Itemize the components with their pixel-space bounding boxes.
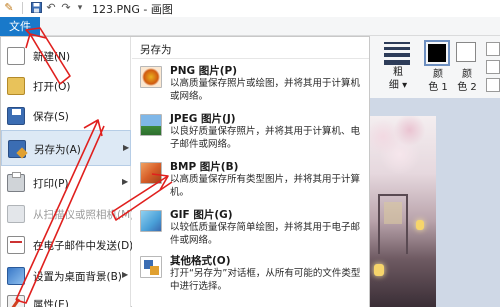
save-as-gif[interactable]: GIF 图片(G) 以较低质量保存简单绘图，并将其用于电子邮件或网络。 (132, 206, 369, 252)
stroke-width-label-bottom: 细 ▾ (388, 80, 408, 91)
palette-swatch[interactable] (486, 60, 500, 74)
save-as-icon (8, 140, 28, 159)
menu-item-label: 设置为桌面背景(B) (33, 271, 122, 283)
png-image-icon (140, 66, 162, 88)
menu-item-email[interactable]: 在电子邮件中发送(D) (1, 228, 134, 262)
canvas-image[interactable] (370, 116, 436, 307)
scanner-icon (7, 205, 25, 223)
menu-item-label: 打印(P) (33, 178, 69, 190)
undo-icon[interactable]: ↶ (45, 2, 57, 14)
menu-item-scanner: 从扫描仪或照相机(M) (1, 197, 135, 231)
gif-image-icon (140, 210, 162, 232)
submenu-item-title: GIF 图片(G) (170, 209, 233, 221)
stroke-width-icon (384, 42, 410, 68)
submenu-item-title: JPEG 图片(J) (170, 113, 236, 125)
redo-icon[interactable]: ↷ (60, 2, 72, 14)
submenu-item-desc: 打开“另存为”对话框，从所有可能的文件类型中进行选择。 (170, 268, 361, 292)
submenu-arrow-icon: ▶ (123, 143, 130, 152)
file-tab[interactable]: 文件 (0, 17, 40, 36)
menu-item-label: 保存(S) (33, 111, 69, 123)
save-as-jpeg[interactable]: JPEG 图片(J) 以良好质量保存照片，并将其用于计算机、电子邮件或网络。 (132, 110, 369, 156)
save-icon (7, 107, 25, 125)
save-as-other-formats[interactable]: 其他格式(O) 打开“另存为”对话框，从所有可能的文件类型中进行选择。 (132, 252, 369, 298)
menu-item-label: 属性(E) (33, 299, 69, 307)
menu-item-label: 在电子邮件中发送(D) (33, 240, 134, 252)
submenu-item-title: PNG 图片(P) (170, 65, 238, 77)
save-icon[interactable] (30, 2, 42, 14)
email-icon (7, 236, 25, 254)
save-as-submenu: 另存为 PNG 图片(P) 以高质量保存照片或绘图，并将其用于计算机或网络。 J… (132, 37, 369, 307)
window-title: 123.PNG - 画图 (92, 3, 173, 16)
submenu-item-title: BMP 图片(B) (170, 161, 239, 173)
menu-item-open[interactable]: 打开(O) (1, 69, 131, 103)
color2-label: 颜 色 2 (455, 68, 479, 94)
ribbon-tab-strip (40, 17, 500, 36)
stroke-width-button[interactable]: 粗 细 ▾ (388, 66, 408, 92)
menu-item-save-as[interactable]: 另存为(A) ▶ (1, 130, 131, 166)
color1-label: 颜 色 1 (426, 68, 450, 94)
color2-label-top: 颜 (462, 69, 472, 80)
menu-item-save[interactable]: 保存(S) (1, 99, 131, 133)
menu-item-label: 另存为(A) (34, 144, 81, 156)
jpeg-image-icon (140, 114, 162, 136)
stroke-width-label-top: 粗 (393, 67, 403, 78)
desktop-background-icon (7, 267, 25, 285)
color1-label-top: 颜 (433, 69, 443, 80)
submenu-item-desc: 以高质量保存照片或绘图，并将其用于计算机或网络。 (170, 78, 361, 102)
submenu-item-title: 其他格式(O) (170, 255, 231, 267)
color1-label-bottom: 色 1 (428, 82, 448, 93)
file-menu: 新建(N) 打开(O) 保存(S) 另存为(A) ▶ 打印(P) ▶ 从扫描仪或… (0, 36, 370, 307)
save-as-png[interactable]: PNG 图片(P) 以高质量保存照片或绘图，并将其用于计算机或网络。 (132, 62, 369, 108)
menu-item-new[interactable]: 新建(N) (1, 39, 131, 73)
color1-swatch[interactable] (424, 40, 450, 66)
submenu-arrow-icon: ▶ (122, 177, 129, 186)
customize-icon[interactable]: ▾ (74, 2, 86, 14)
paint-app-icon[interactable]: ✎ (3, 2, 15, 14)
open-folder-icon (7, 77, 25, 95)
separator (22, 2, 23, 14)
properties-icon (7, 295, 25, 307)
palette-swatch[interactable] (486, 78, 500, 92)
submenu-header: 另存为 (140, 44, 172, 56)
menu-item-label: 从扫描仪或照相机(M) (33, 209, 135, 221)
menu-item-print[interactable]: 打印(P) ▶ (1, 166, 131, 200)
printer-icon (7, 172, 25, 192)
submenu-item-desc: 以良好质量保存照片，并将其用于计算机、电子邮件或网络。 (170, 126, 361, 150)
menu-item-label: 打开(O) (33, 81, 71, 93)
ribbon-group-colors: 粗 细 ▾ 颜 色 1 颜 色 2 (370, 36, 500, 98)
submenu-item-desc: 以较低质量保存简单绘图，并将其用于电子邮件或网络。 (170, 222, 361, 246)
color2-label-bottom: 色 2 (457, 82, 477, 93)
divider (132, 58, 369, 59)
submenu-item-desc: 以高质量保存所有类型图片，并将其用于计算机。 (170, 174, 361, 198)
palette-swatch[interactable] (486, 42, 500, 56)
file-menu-commands: 新建(N) 打开(O) 保存(S) 另存为(A) ▶ 打印(P) ▶ 从扫描仪或… (1, 37, 135, 307)
menu-item-properties[interactable]: 属性(E) (1, 291, 131, 307)
title-bar: ✎ ↶ ↷ ▾ 123.PNG - 画图 (0, 0, 500, 17)
menu-item-desktop-background[interactable]: 设置为桌面背景(B) ▶ (1, 259, 131, 293)
submenu-arrow-icon: ▶ (122, 270, 129, 279)
color2-swatch[interactable] (456, 42, 476, 62)
save-as-bmp[interactable]: BMP 图片(B) 以高质量保存所有类型图片，并将其用于计算机。 (132, 158, 369, 204)
menu-item-label: 新建(N) (33, 51, 71, 63)
new-file-icon (7, 47, 25, 65)
bmp-image-icon (140, 162, 162, 184)
other-formats-icon (140, 256, 162, 278)
